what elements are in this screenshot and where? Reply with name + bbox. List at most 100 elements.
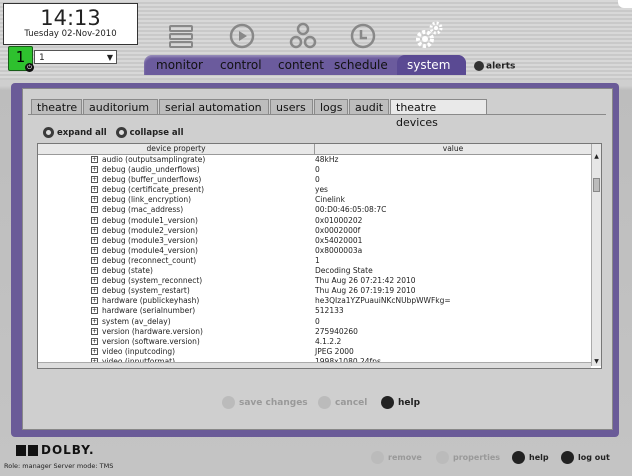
expand-row-icon[interactable]: + [91,176,98,184]
table-row[interactable]: + debug (link_encryption) Cinelink [38,195,591,205]
column-header-value[interactable]: value [315,144,591,154]
scroll-up-icon[interactable]: ▲ [592,152,601,161]
vertical-scrollbar[interactable]: ▲ ▼ [591,144,601,366]
nav-monitor[interactable]: monitor [156,58,203,72]
nav-content[interactable]: content [278,58,324,72]
expand-all-button[interactable]: expand all [43,127,107,138]
table-header: device property value [38,144,591,155]
expand-row-icon[interactable]: + [91,236,98,244]
value-cell: 512133 [315,306,344,316]
value-cell: yes [315,185,328,195]
collapse-all-button[interactable]: collapse all [115,127,184,138]
expand-row-icon[interactable]: + [91,186,98,194]
help-icon [512,451,525,464]
table-row[interactable]: + debug (certificate_present) yes [38,185,591,195]
table-row[interactable]: + debug (module1_version) 0x01000202 [38,216,591,226]
table-row[interactable]: + debug (system_reconnect) Thu Aug 26 07:2… [38,276,591,286]
tab-theatre[interactable]: theatre [31,99,82,114]
content-reels-icon[interactable] [287,20,319,52]
table-row[interactable]: + debug (system_restart) Thu Aug 26 07:19:… [38,286,591,296]
table-row[interactable]: + video (inputcoding) JPEG 2000 [38,347,591,357]
scroll-thumb[interactable] [593,178,600,192]
control-play-icon[interactable] [226,20,258,52]
tab-serial-automation[interactable]: serial automation [159,99,269,114]
expand-row-icon[interactable]: + [91,196,98,204]
property-cell: debug (system_reconnect) [102,276,203,286]
remove-button[interactable]: remove [371,451,422,464]
table-row[interactable]: + version (hardware.version) 275940260 [38,327,591,337]
clock-date: Tuesday 02-Nov-2010 [24,29,117,39]
properties-button[interactable]: properties [436,451,500,464]
column-header-property[interactable]: device property [38,144,315,154]
expand-row-icon[interactable]: + [91,246,98,254]
table-row[interactable]: + debug (module2_version) 0x0002000f [38,226,591,236]
properties-label: properties [453,453,501,462]
scroll-down-icon[interactable]: ▼ [592,357,601,366]
table-row[interactable]: + debug (module4_version) 0x8000003a [38,246,591,256]
nav-control[interactable]: control [220,58,262,72]
dolby-logo: DOLBY. [16,443,95,457]
monitor-list-icon[interactable] [165,20,197,52]
table-row[interactable]: + debug (reconnect_count) 1 [38,256,591,266]
expand-row-icon[interactable]: + [91,206,98,214]
horizontal-scrollbar[interactable] [38,362,591,368]
help-button[interactable]: help [381,396,420,409]
table-row[interactable]: + version (software.version) 4.1.2.2 [38,337,591,347]
clock: 14:13 Tuesday 02-Nov-2010 [3,3,138,45]
schedule-clock-icon[interactable] [347,20,379,52]
expand-row-icon[interactable]: + [91,166,98,174]
expand-row-icon[interactable]: + [91,267,98,275]
expand-row-icon[interactable]: + [91,287,98,295]
logout-button[interactable]: log out [561,451,610,464]
screen-status-badge[interactable]: 1 ⏻ [8,46,34,72]
properties-icon [436,451,449,464]
property-cell: debug (link_encryption) [102,195,192,205]
cancel-button[interactable]: cancel [318,396,367,409]
screen-selector-value: 1 [39,53,45,63]
footer-help-button[interactable]: help [512,451,549,464]
screen-selector[interactable]: 1 ▼ [34,50,117,64]
table-row[interactable]: + hardware (publickeyhash) he3QIza1YZPuaui… [38,296,591,306]
value-cell: 1 [315,255,320,265]
tab-theatre-devices[interactable]: theatre devices [390,99,487,129]
table-row[interactable]: + debug (audio_underflows) 0 [38,165,591,175]
tab-users[interactable]: users [270,99,313,114]
expand-row-icon[interactable]: + [91,337,98,345]
expand-row-icon[interactable]: + [91,277,98,285]
property-cell: debug (buffer_underflows) [102,175,202,185]
tab-logs[interactable]: logs [314,99,348,114]
expand-row-icon[interactable]: + [91,226,98,234]
expand-row-icon[interactable]: + [91,347,98,355]
table-row[interactable]: + hardware (serialnumber) 512133 [38,306,591,316]
nav-schedule[interactable]: schedule [334,58,388,72]
expand-row-icon[interactable]: + [91,156,98,163]
alerts-button[interactable]: alerts [474,61,515,72]
property-cell: debug (module1_version) [102,215,198,225]
logout-label: log out [578,453,610,462]
save-changes-button[interactable]: save changes [222,396,308,409]
nav-system[interactable]: system [407,58,450,72]
property-cell: system (av_delay) [102,316,171,326]
table-row[interactable]: + debug (module3_version) 0x54020001 [38,236,591,246]
value-cell: 00:D0:46:05:08:7C [315,205,387,215]
table-row[interactable]: + debug (state) Decoding State [38,266,591,276]
expand-all-label: expand all [57,128,107,138]
table-row[interactable]: + debug (buffer_underflows) 0 [38,175,591,185]
collapse-icon [115,127,127,138]
expand-controls: expand all collapse all [43,127,184,138]
expand-row-icon[interactable]: + [91,297,98,305]
value-cell: 0x54020001 [315,235,363,245]
table-row[interactable]: + system (av_delay) 0 [38,317,591,327]
table-row[interactable]: + debug (mac_address) 00:D0:46:05:08:7C [38,205,591,215]
value-cell: 0x01000202 [315,215,363,225]
expand-row-icon[interactable]: + [91,317,98,325]
expand-row-icon[interactable]: + [91,307,98,315]
system-gears-icon[interactable] [412,18,446,52]
main-nav: monitor control content schedule system [144,55,466,75]
tab-auditorium[interactable]: auditorium [83,99,158,114]
table-row[interactable]: + audio (outputsamplingrate) 48kHz [38,155,591,165]
expand-row-icon[interactable]: + [91,216,98,224]
tab-audit[interactable]: audit [349,99,389,114]
expand-row-icon[interactable]: + [91,256,98,264]
expand-row-icon[interactable]: + [91,327,98,335]
